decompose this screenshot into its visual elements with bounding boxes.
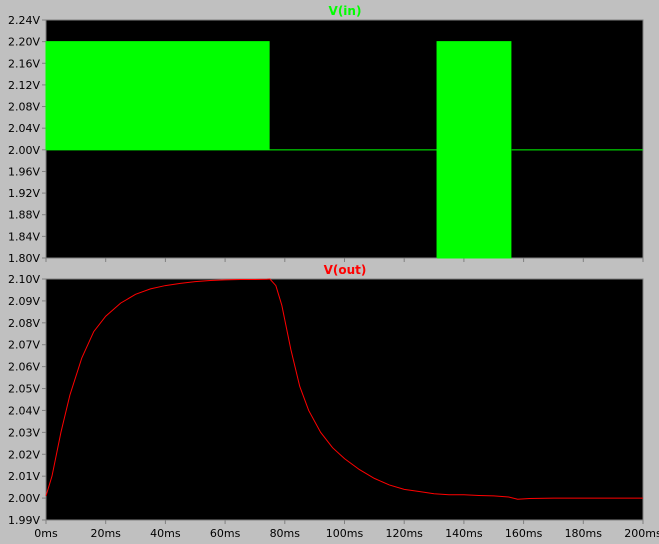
vout-y-tick-label: 2.07V [8, 339, 40, 352]
vin-y-tick-label: 2.08V [8, 101, 40, 114]
vout-x-tick-label: 40ms [150, 527, 181, 540]
vout-x-tick-label: 0ms [34, 527, 58, 540]
vout-pane[interactable]: V(out) 1.99V 2.00V 2.01V 2.02V 2.03V 2.04V 2.0… [8, 263, 659, 540]
vout-plot-area[interactable] [45, 278, 644, 521]
vout-y-tick-label: 2.05V [8, 383, 40, 396]
vout-y-tick-label: 2.01V [8, 470, 40, 483]
vin-y-tick-label: 2.04V [8, 122, 40, 135]
vin-y-tick-label: 2.24V [8, 14, 40, 27]
vout-x-tick-label: 140ms [445, 527, 483, 540]
vin-y-tick-label: 1.84V [8, 230, 40, 243]
vout-title: V(out) [324, 263, 367, 277]
vin-y-tick-label: 2.20V [8, 36, 40, 49]
vout-y-tick-label: 2.00V [8, 492, 40, 505]
vout-y-tick-label: 2.09V [8, 295, 40, 308]
vout-x-tick-label: 160ms [505, 527, 543, 540]
vout-y-tick-label: 2.02V [8, 448, 40, 461]
vout-x-tick-label: 20ms [90, 527, 121, 540]
vout-x-tick-label: 120ms [385, 527, 423, 540]
vin-pane[interactable]: V(in) 1.80V 1.84V 1.88V 1.92V 1.96V 2.00V 2.04… [8, 4, 644, 265]
vout-y-tick-label: 2.08V [8, 317, 40, 330]
vout-x-tick-label: 80ms [270, 527, 301, 540]
vout-x-tick-label: 180ms [565, 527, 603, 540]
vout-y-tick-label: 2.10V [8, 273, 40, 286]
vout-x-tick-label: 100ms [326, 527, 364, 540]
vin-y-tick-label: 1.80V [8, 252, 40, 265]
vin-y-tick-label: 1.92V [8, 187, 40, 200]
vin-y-tick-label: 2.12V [8, 79, 40, 92]
vin-y-tick-label: 1.96V [8, 165, 40, 178]
vout-y-tick-label: 2.06V [8, 361, 40, 374]
vout-x-tick-label: 60ms [210, 527, 241, 540]
vout-y-tick-label: 2.03V [8, 426, 40, 439]
vin-y-tick-label: 2.00V [8, 144, 40, 157]
vout-x-tick-label: 200ms [624, 527, 659, 540]
waveform-viewer: V(in) 1.80V 1.84V 1.88V 1.92V 1.96V 2.00V 2.04… [0, 0, 659, 544]
vin-title: V(in) [329, 4, 362, 18]
vin-y-tick-label: 1.88V [8, 209, 40, 222]
vout-y-tick-label: 1.99V [8, 514, 40, 527]
vout-y-tick-label: 2.04V [8, 404, 40, 417]
vin-y-tick-label: 2.16V [8, 57, 40, 70]
